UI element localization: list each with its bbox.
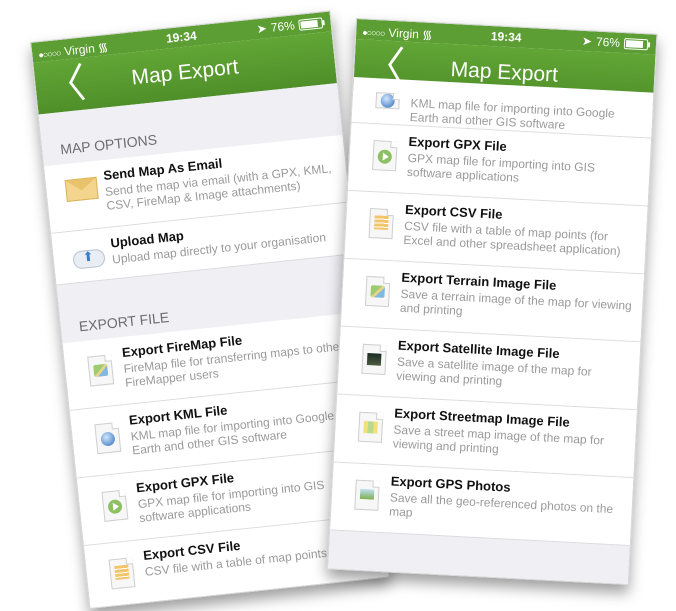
firemap-file-icon <box>87 354 115 387</box>
csv-file-icon <box>368 207 395 240</box>
location-arrow-icon: ➤ <box>256 21 268 37</box>
phone-screen-right: ●○○○○ Virgin ᯾ 19:34 ➤ 76% 〈 Map Export K… <box>327 18 658 586</box>
content-area[interactable]: KML map file for importing into Google E… <box>328 76 654 584</box>
csv-file-icon <box>108 557 136 590</box>
kml-file-icon <box>375 92 401 110</box>
cloud-upload-icon <box>72 248 106 270</box>
battery-percent: 76% <box>270 18 296 35</box>
streetmap-image-icon <box>357 411 384 443</box>
satellite-image-icon <box>361 343 387 376</box>
envelope-icon <box>64 176 99 203</box>
location-arrow-icon: ➤ <box>581 33 593 49</box>
terrain-image-icon <box>364 275 391 308</box>
gpx-file-icon <box>101 489 129 522</box>
battery-percent: 76% <box>595 34 621 50</box>
battery-icon <box>623 37 649 50</box>
battery-icon <box>298 16 324 31</box>
kml-file-icon <box>94 421 122 455</box>
gps-photos-icon <box>354 479 380 511</box>
gpx-file-icon <box>372 140 398 172</box>
export-gps-photos-row[interactable]: Export GPS Photos Save all the geo-refer… <box>330 462 634 547</box>
